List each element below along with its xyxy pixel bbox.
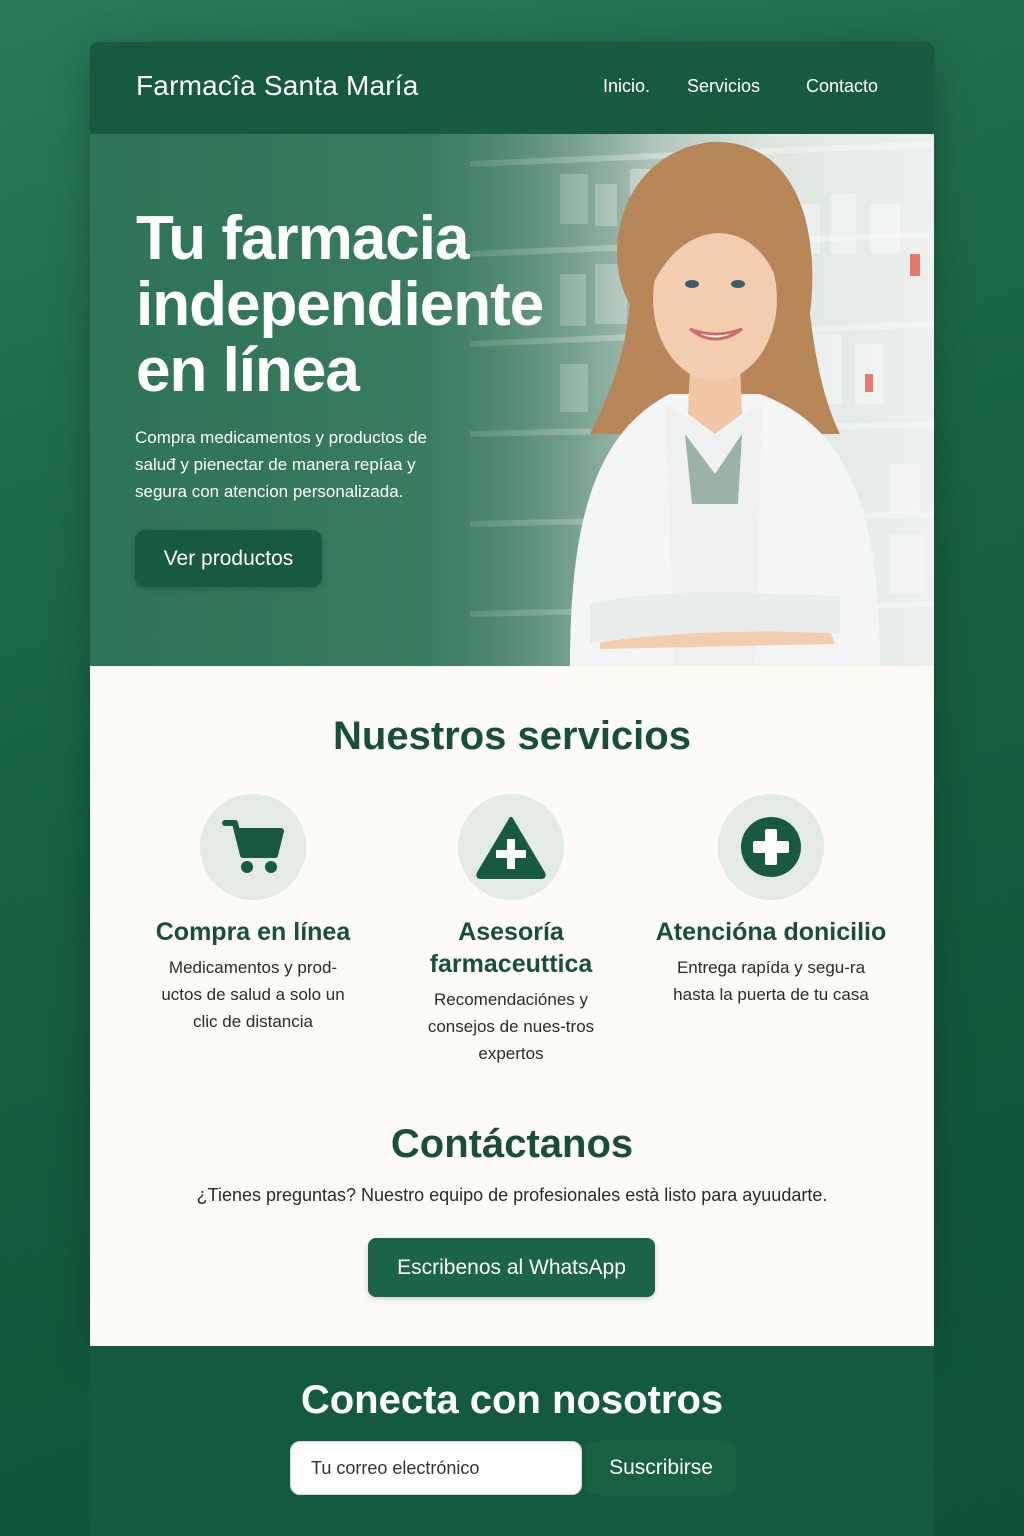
newsletter-footer: Conecta con nosotros Suscribirse	[90, 1346, 934, 1536]
circle-plus-icon	[718, 794, 824, 900]
service-description: Medicamentos y prod-uctos de salud a sol…	[161, 958, 345, 1031]
view-products-button[interactable]: Ver productos	[135, 530, 322, 587]
newsletter-title: Conecta con nosotros	[300, 1378, 724, 1422]
service-description: Recomendaciónes y consejos de nues-tros …	[427, 990, 595, 1063]
email-input[interactable]	[290, 1441, 582, 1495]
cart-icon	[200, 794, 306, 900]
whatsapp-button[interactable]: Escribenos al WhatsApp	[368, 1238, 655, 1297]
nav-link-inicio[interactable]: Inicio.	[603, 76, 650, 97]
top-navbar: Farmacîa Santa María Inicio. Servicios C…	[90, 42, 934, 134]
hero-section: Tu farmacia independiente en línea Compr…	[90, 134, 934, 666]
hero-title: Tu farmacia independiente en línea	[136, 204, 544, 405]
nav-link-contacto[interactable]: Contacto	[806, 76, 878, 97]
service-title: Asesoría farmaceuttica	[429, 918, 593, 978]
contact-text: ¿Tienes preguntas? Nuestro equipo de pro…	[196, 1185, 828, 1205]
service-title: Atencióna donicilio	[655, 918, 887, 946]
brand-name[interactable]: Farmacîa Santa María	[136, 70, 419, 102]
triangle-plus-icon	[458, 794, 564, 900]
service-description: Entrega rapída y segu-ra hasta la puerta…	[673, 958, 869, 1004]
contact-title: Contáctanos	[390, 1122, 634, 1166]
nav-link-servicios[interactable]: Servicios	[687, 76, 760, 97]
service-title: Compra en línea	[155, 918, 351, 946]
subscribe-button[interactable]: Suscribirse	[586, 1441, 736, 1495]
service-pharmaceutical-advice: Asesoría farmaceuttica Recomendaciónes y…	[381, 794, 641, 1067]
service-home-delivery: Atencióna donicilio Entrega rapída y seg…	[641, 794, 901, 1008]
hero-description: Compra medicamentos y productos de saluđ…	[135, 428, 427, 501]
service-online-purchase: Compra en línea Medicamentos y prod-ucto…	[123, 794, 383, 1035]
page-card: Farmacîa Santa María Inicio. Servicios C…	[90, 42, 934, 1346]
services-title: Nuestros servicios	[333, 714, 691, 758]
